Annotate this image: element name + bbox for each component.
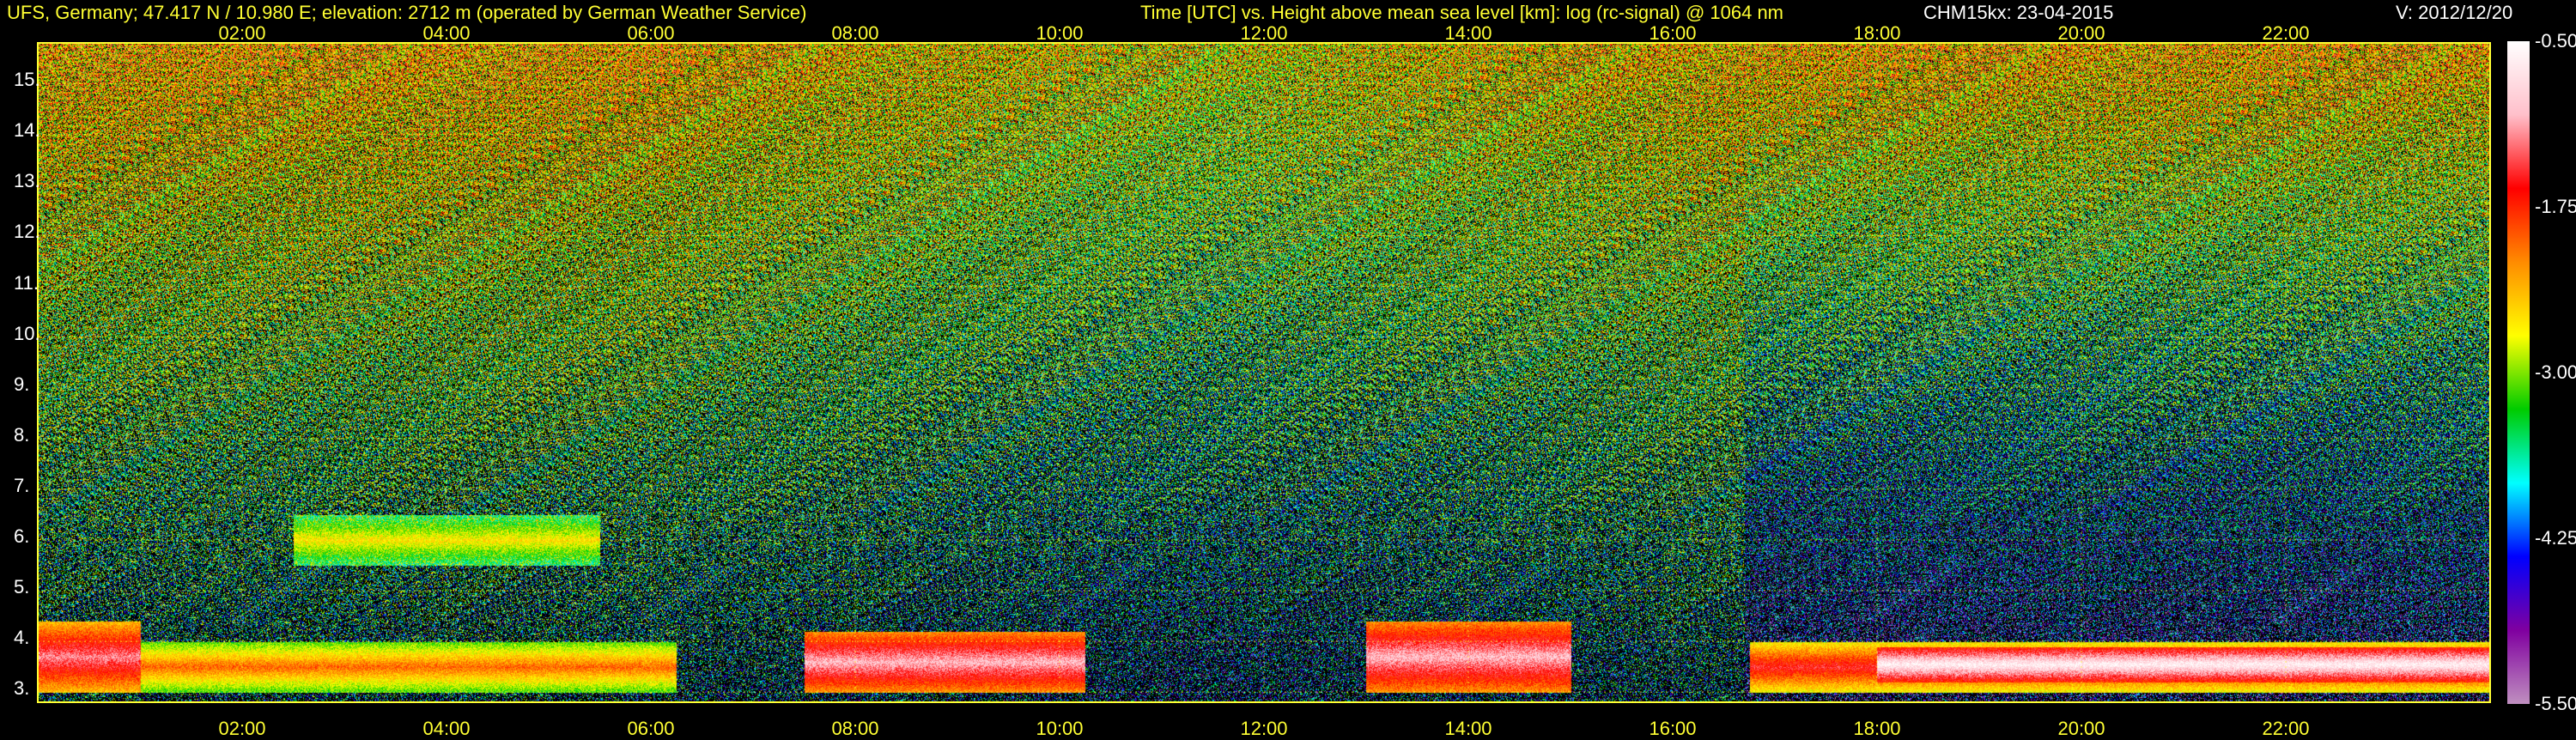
x-tick-label: 18:00 [1853,718,1901,739]
x-tick-label: 18:00 [1853,22,1901,44]
x-tick-label: 06:00 [627,22,675,44]
x-tick-label: 20:00 [2057,22,2105,44]
y-tick-label: 9. [14,373,30,395]
y-tick-label: 11. [14,271,39,294]
colorbar-tick-label: -5.50 [2535,693,2576,714]
x-tick-label: 02:00 [218,718,266,739]
x-tick-label: 22:00 [2262,22,2310,44]
x-tick-label: 08:00 [831,718,879,739]
y-tick-label: 5. [14,576,30,598]
colorbar [2507,41,2530,704]
y-tick-label: 10. [14,322,40,344]
x-tick-label: 14:00 [1444,718,1492,739]
y-tick-label: 4. [14,627,30,649]
y-tick-label: 8. [14,423,30,446]
x-tick-label: 10:00 [1036,718,1084,739]
x-tick-label: 12:00 [1240,22,1288,44]
x-tick-label: 04:00 [422,22,471,44]
x-tick-label: 20:00 [2057,718,2105,739]
x-tick-label: 04:00 [422,718,471,739]
x-tick-label: 02:00 [218,22,266,44]
y-tick-label: 15. [14,69,40,91]
y-tick-label: 7. [14,474,30,496]
x-tick-label: 06:00 [627,718,675,739]
colorbar-tick-label: -3.00 [2535,361,2576,383]
x-tick-label: 16:00 [1649,718,1697,739]
y-tick-label: 13. [14,170,40,192]
y-tick-label: 12. [14,221,40,243]
x-tick-label: 08:00 [831,22,879,44]
y-tick-label: 6. [14,525,30,547]
plot-grid [37,42,2491,703]
x-tick-label: 10:00 [1036,22,1084,44]
colorbar-tick-label: -0.50 [2535,30,2576,52]
x-tick-label: 16:00 [1649,22,1697,44]
y-tick-label: 14. [14,119,40,142]
colorbar-tick-label: -4.25 [2535,527,2576,549]
colorbar-tick-label: -1.75 [2535,196,2576,217]
x-tick-label: 14:00 [1444,22,1492,44]
x-tick-label: 12:00 [1240,718,1288,739]
x-tick-label: 22:00 [2262,718,2310,739]
y-tick-label: 3. [14,677,30,700]
